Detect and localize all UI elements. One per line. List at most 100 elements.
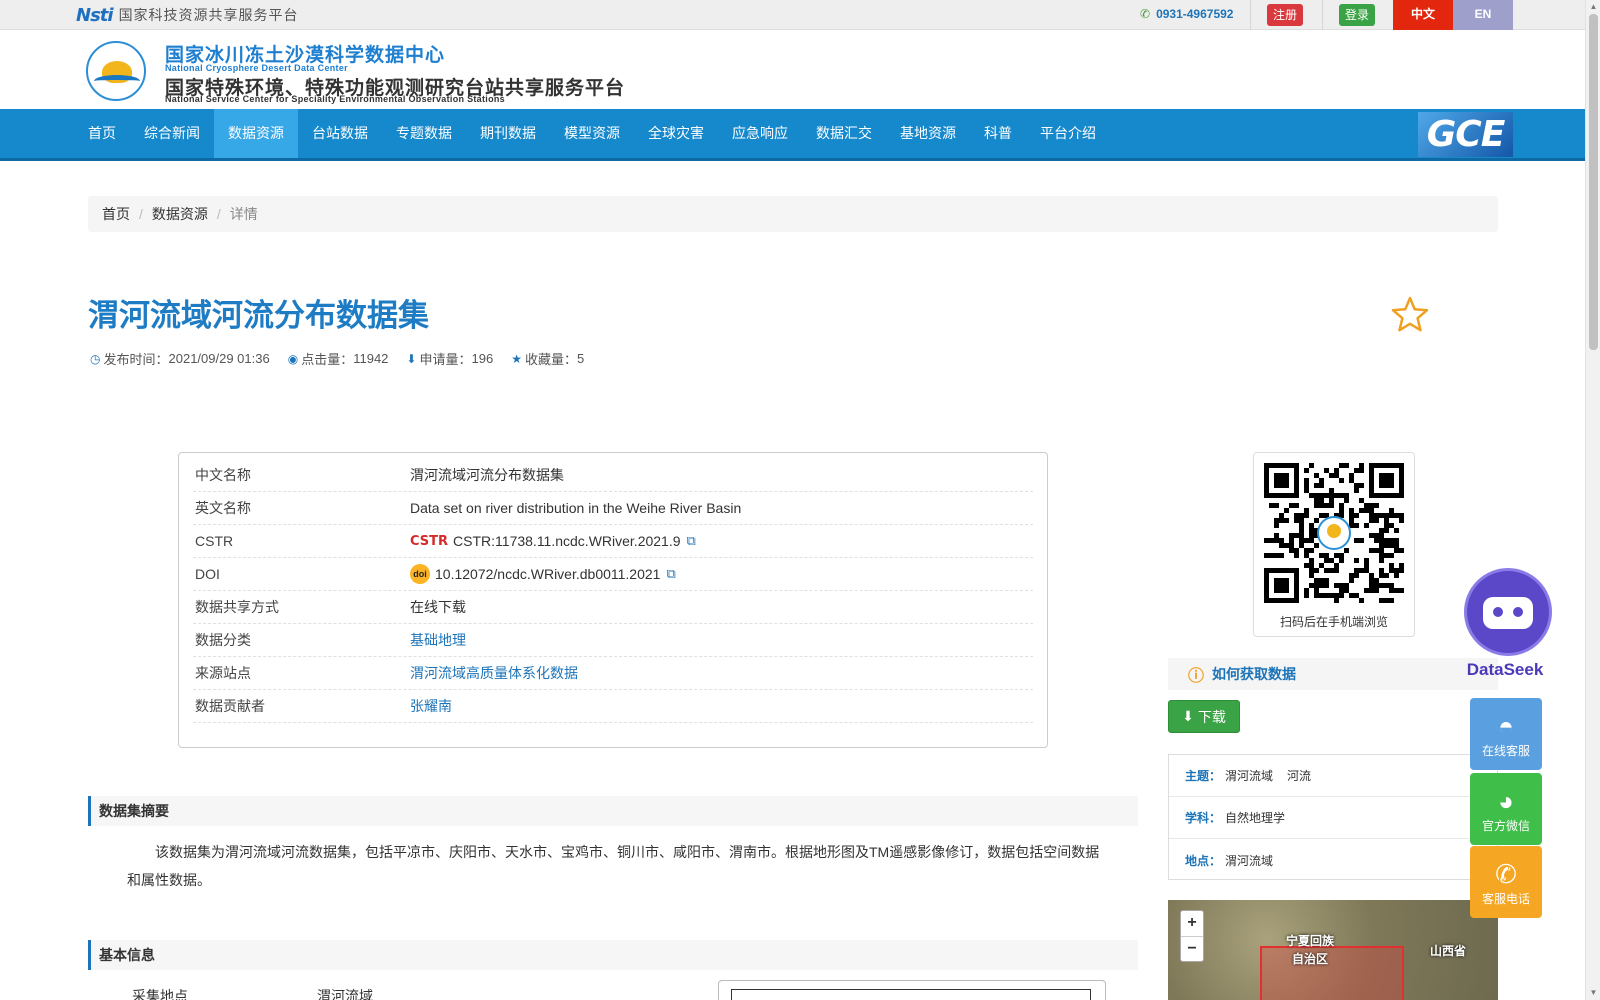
phone-service-button[interactable]: ✆ 客服电话 bbox=[1470, 846, 1542, 918]
nsti-logo[interactable]: Nsti 国家科技资源共享服务平台 bbox=[76, 4, 299, 26]
scrollbar-thumb[interactable] bbox=[1589, 14, 1598, 350]
category-link[interactable]: 基础地理 bbox=[410, 630, 466, 650]
nav-item-3[interactable]: 台站数据 bbox=[298, 109, 382, 158]
tag-key: 主题： bbox=[1185, 769, 1222, 783]
abstract-heading: 数据集摘要 bbox=[88, 796, 1138, 826]
qq-icon: ◓ bbox=[1498, 711, 1514, 741]
info-value: doi 10.12072/ncdc.WRiver.db0011.2021 ⧉ bbox=[410, 564, 676, 584]
info-key: 英文名称 bbox=[195, 500, 251, 516]
source-station-link[interactable]: 渭河流域高质量体系化数据 bbox=[410, 663, 578, 683]
nav-item-12[interactable]: 平台介绍 bbox=[1026, 109, 1110, 158]
nav-item-2[interactable]: 数据资源 bbox=[214, 109, 298, 158]
clicks-value: 11942 bbox=[353, 351, 389, 366]
phone-icon: ✆ bbox=[1140, 7, 1151, 21]
nsti-mark: Nsti bbox=[76, 4, 114, 26]
clock-icon: ◷ bbox=[90, 351, 101, 366]
info-key: DOI bbox=[195, 566, 220, 582]
dataset-info-table: 中文名称 渭河流域河流分布数据集 英文名称 Data set on river … bbox=[178, 452, 1048, 748]
hotline: ✆ 0931-4967592 bbox=[1140, 7, 1233, 21]
info-row-cstr: CSTR CSTR CSTR:11738.11.ncdc.WRiver.2021… bbox=[193, 525, 1033, 558]
star-icon: ★ bbox=[511, 351, 522, 366]
qr-code-image bbox=[1264, 463, 1404, 603]
info-row-contributor: 数据贡献者 张耀南 bbox=[193, 690, 1033, 723]
info-key: 数据分类 bbox=[195, 632, 251, 648]
tag-value[interactable]: 自然地理学 bbox=[1225, 809, 1285, 826]
nav-item-9[interactable]: 数据汇交 bbox=[802, 109, 886, 158]
breadcrumb-data-resources[interactable]: 数据资源 bbox=[152, 204, 208, 224]
phone-service-label: 客服电话 bbox=[1481, 892, 1530, 906]
dataseek-assistant[interactable]: DataSeek bbox=[1446, 568, 1564, 680]
external-link-icon[interactable]: ⧉ bbox=[666, 566, 675, 582]
external-link-icon[interactable]: ⧉ bbox=[687, 533, 696, 549]
nav-item-6[interactable]: 模型资源 bbox=[550, 109, 634, 158]
phone-icon: ✆ bbox=[1495, 859, 1517, 889]
info-key: CSTR bbox=[195, 533, 234, 549]
nav-item-4[interactable]: 专题数据 bbox=[382, 109, 466, 158]
cstr-icon: CSTR bbox=[410, 533, 449, 549]
tag-value[interactable]: 渭河流域 bbox=[1225, 852, 1273, 869]
register-button[interactable]: 注册 bbox=[1267, 4, 1303, 26]
basic-info-heading: 基本信息 bbox=[88, 940, 1138, 970]
login-button[interactable]: 登录 bbox=[1339, 4, 1375, 26]
nav-item-0[interactable]: 首页 bbox=[74, 109, 130, 158]
favorite-star-icon[interactable] bbox=[1390, 295, 1430, 335]
download-icon: ⬇ bbox=[406, 351, 417, 366]
wechat-button[interactable]: ◕ 官方微信 bbox=[1470, 773, 1542, 845]
nav-item-7[interactable]: 全球灾害 bbox=[634, 109, 718, 158]
center-title-en: National Cryosphere Desert Data Center bbox=[165, 63, 348, 73]
zoom-in-button[interactable]: + bbox=[1181, 911, 1203, 936]
info-value: 渭河流域河流分布数据集 bbox=[410, 467, 564, 483]
center-emblem-logo[interactable] bbox=[86, 41, 146, 101]
tag-value[interactable]: 渭河流域 bbox=[1225, 767, 1273, 784]
cstr-value: CSTR:11738.11.ncdc.WRiver.2021.9 bbox=[453, 533, 681, 549]
emblem-wave bbox=[94, 75, 140, 87]
publish-time: ◷ 发布时间： 2021/09/29 01:36 bbox=[90, 349, 270, 368]
scroll-down-icon[interactable]: ▼ bbox=[1586, 986, 1600, 1000]
nav-item-5[interactable]: 期刊数据 bbox=[466, 109, 550, 158]
page-title: 渭河流域河流分布数据集 bbox=[88, 298, 429, 333]
breadcrumb-home[interactable]: 首页 bbox=[102, 204, 130, 224]
breadcrumb: 首页 / 数据资源 / 详情 bbox=[88, 196, 1498, 232]
nav-item-1[interactable]: 综合新闻 bbox=[130, 109, 214, 158]
qr-caption: 扫码后在手机端浏览 bbox=[1279, 615, 1388, 629]
publish-label: 发布时间： bbox=[103, 352, 169, 367]
nav-item-10[interactable]: 基地资源 bbox=[886, 109, 970, 158]
applies-value: 196 bbox=[471, 351, 494, 366]
favorites-value: 5 bbox=[576, 351, 585, 366]
info-key: 数据贡献者 bbox=[195, 698, 265, 714]
map-label-shanxi: 山西省 bbox=[1430, 944, 1467, 958]
lang-en-button[interactable]: EN bbox=[1453, 0, 1513, 30]
lang-zh-button[interactable]: 中文 bbox=[1393, 0, 1453, 30]
clicks-label: 点击量： bbox=[301, 352, 354, 367]
tag-row-discipline: 学科： 自然地理学 bbox=[1169, 797, 1497, 839]
tag-key: 学科： bbox=[1185, 811, 1222, 825]
robot-icon bbox=[1464, 568, 1552, 656]
page-scrollbar[interactable]: ▲ ▼ bbox=[1585, 0, 1600, 1000]
tag-value[interactable]: 河流 bbox=[1287, 767, 1311, 784]
nav-item-8[interactable]: 应急响应 bbox=[718, 109, 802, 158]
how-to-get-data-label: 如何获取数据 bbox=[1212, 666, 1297, 682]
location-map-thumbnail[interactable] bbox=[718, 980, 1106, 1000]
zoom-out-button[interactable]: − bbox=[1181, 936, 1203, 961]
scroll-up-icon[interactable]: ▲ bbox=[1586, 0, 1600, 14]
info-row-doi: DOI doi 10.12072/ncdc.WRiver.db0011.2021… bbox=[193, 558, 1033, 591]
site-header: 国家冰川冻土沙漠科学数据中心 National Cryosphere Deser… bbox=[0, 30, 1585, 109]
online-service-label: 在线客服 bbox=[1481, 744, 1530, 758]
hotline-number: 0931-4967592 bbox=[1156, 7, 1234, 21]
contributor-link[interactable]: 张耀南 bbox=[410, 696, 452, 716]
info-key: 数据共享方式 bbox=[195, 599, 279, 615]
main-nav: 首页 综合新闻 数据资源 台站数据 专题数据 期刊数据 模型资源 全球灾害 应急响应 数据汇交 基地… bbox=[0, 109, 1585, 161]
dataseek-label: DataSeek bbox=[1466, 660, 1544, 679]
download-button[interactable]: ⬇ 下载 bbox=[1168, 700, 1240, 733]
map-label-ningxia-2: 自治区 bbox=[1292, 952, 1329, 966]
info-row-share-mode: 数据共享方式 在线下载 bbox=[193, 591, 1033, 624]
download-icon: ⬇ bbox=[1182, 708, 1194, 724]
online-service-button[interactable]: ◓ 在线客服 bbox=[1470, 698, 1542, 770]
map-label-ningxia: 宁夏回族 bbox=[1286, 934, 1335, 948]
info-row-chinese-name: 中文名称 渭河流域河流分布数据集 bbox=[193, 459, 1033, 492]
nav-items: 首页 综合新闻 数据资源 台站数据 专题数据 期刊数据 模型资源 全球灾害 应急响应 数据汇交 基地… bbox=[74, 109, 1110, 158]
location-map[interactable]: 宁夏回族 自治区 山西省 + − bbox=[1168, 900, 1498, 1000]
gce-logo[interactable]: GCE bbox=[1418, 112, 1513, 157]
breadcrumb-separator: / bbox=[216, 206, 221, 222]
nav-item-11[interactable]: 科普 bbox=[970, 109, 1026, 158]
